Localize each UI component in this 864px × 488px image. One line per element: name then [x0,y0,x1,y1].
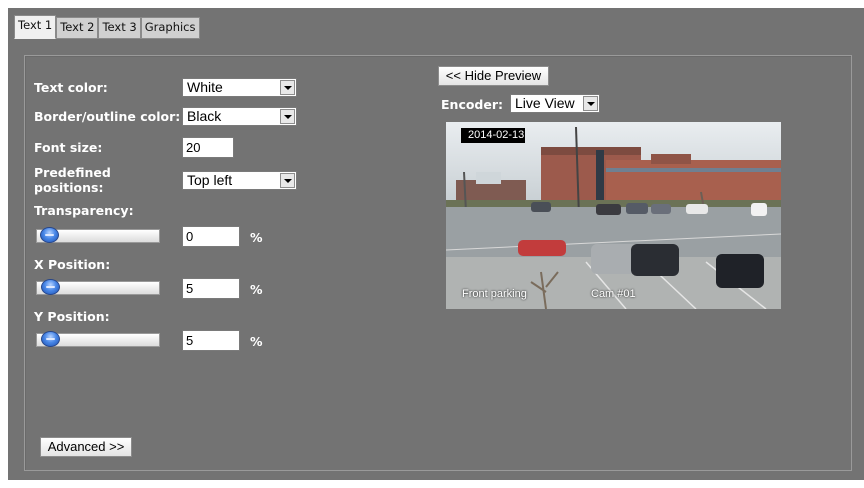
camera-preview: 2014-02-13 Front parking Cam #01 [446,122,781,309]
border-color-select[interactable]: Black [182,107,297,126]
encoder-value: Live View [515,95,575,111]
y-position-input[interactable]: 5 [182,330,240,351]
tab-text-1[interactable]: Text 1 [14,15,57,39]
x-position-label: X Position: [34,257,111,272]
transparency-slider[interactable] [36,227,160,243]
tab-text-2[interactable]: Text 2 [56,17,99,39]
font-size-label: Font size: [34,140,103,155]
tab-bar: Text 1 Text 2 Text 3 Graphics [14,15,200,40]
chevron-down-icon[interactable] [583,96,598,111]
slider-knob[interactable] [40,227,59,243]
encoder-select[interactable]: Live View [510,94,600,113]
text-color-select[interactable]: White [182,78,297,97]
transparency-input[interactable]: 0 [182,226,240,247]
border-color-value: Black [187,108,222,124]
tab-graphics[interactable]: Graphics [140,17,200,39]
chevron-down-icon[interactable] [280,109,295,124]
slider-knob[interactable] [41,331,61,347]
text-color-label: Text color: [34,80,108,95]
tab-text-3[interactable]: Text 3 [98,17,141,39]
chevron-down-icon[interactable] [280,173,295,188]
positions-value: Top left [187,172,233,188]
positions-label-line1: Predefined [34,165,111,180]
encoder-label: Encoder: [441,97,504,112]
transparency-label: Transparency: [34,203,134,218]
caption-left: Front parking [462,288,527,300]
x-position-slider[interactable] [36,279,160,295]
slider-knob[interactable] [41,279,61,295]
transparency-unit: % [250,230,263,245]
date-overlay: 2014-02-13 [468,129,525,141]
advanced-button[interactable]: Advanced >> [40,437,132,457]
text-color-value: White [187,79,223,95]
x-position-unit: % [250,282,263,297]
y-position-unit: % [250,334,263,349]
positions-label-line2: positions: [34,180,104,195]
y-position-slider[interactable] [36,331,160,347]
border-color-label: Border/outline color: [34,109,181,124]
y-position-label: Y Position: [34,309,110,324]
camera-preview-image [446,122,781,309]
hide-preview-button[interactable]: << Hide Preview [438,66,549,86]
caption-right: Cam #01 [591,288,636,300]
x-position-input[interactable]: 5 [182,278,240,299]
positions-select[interactable]: Top left [182,171,297,190]
font-size-input[interactable]: 20 [182,137,234,158]
chevron-down-icon[interactable] [280,80,295,95]
